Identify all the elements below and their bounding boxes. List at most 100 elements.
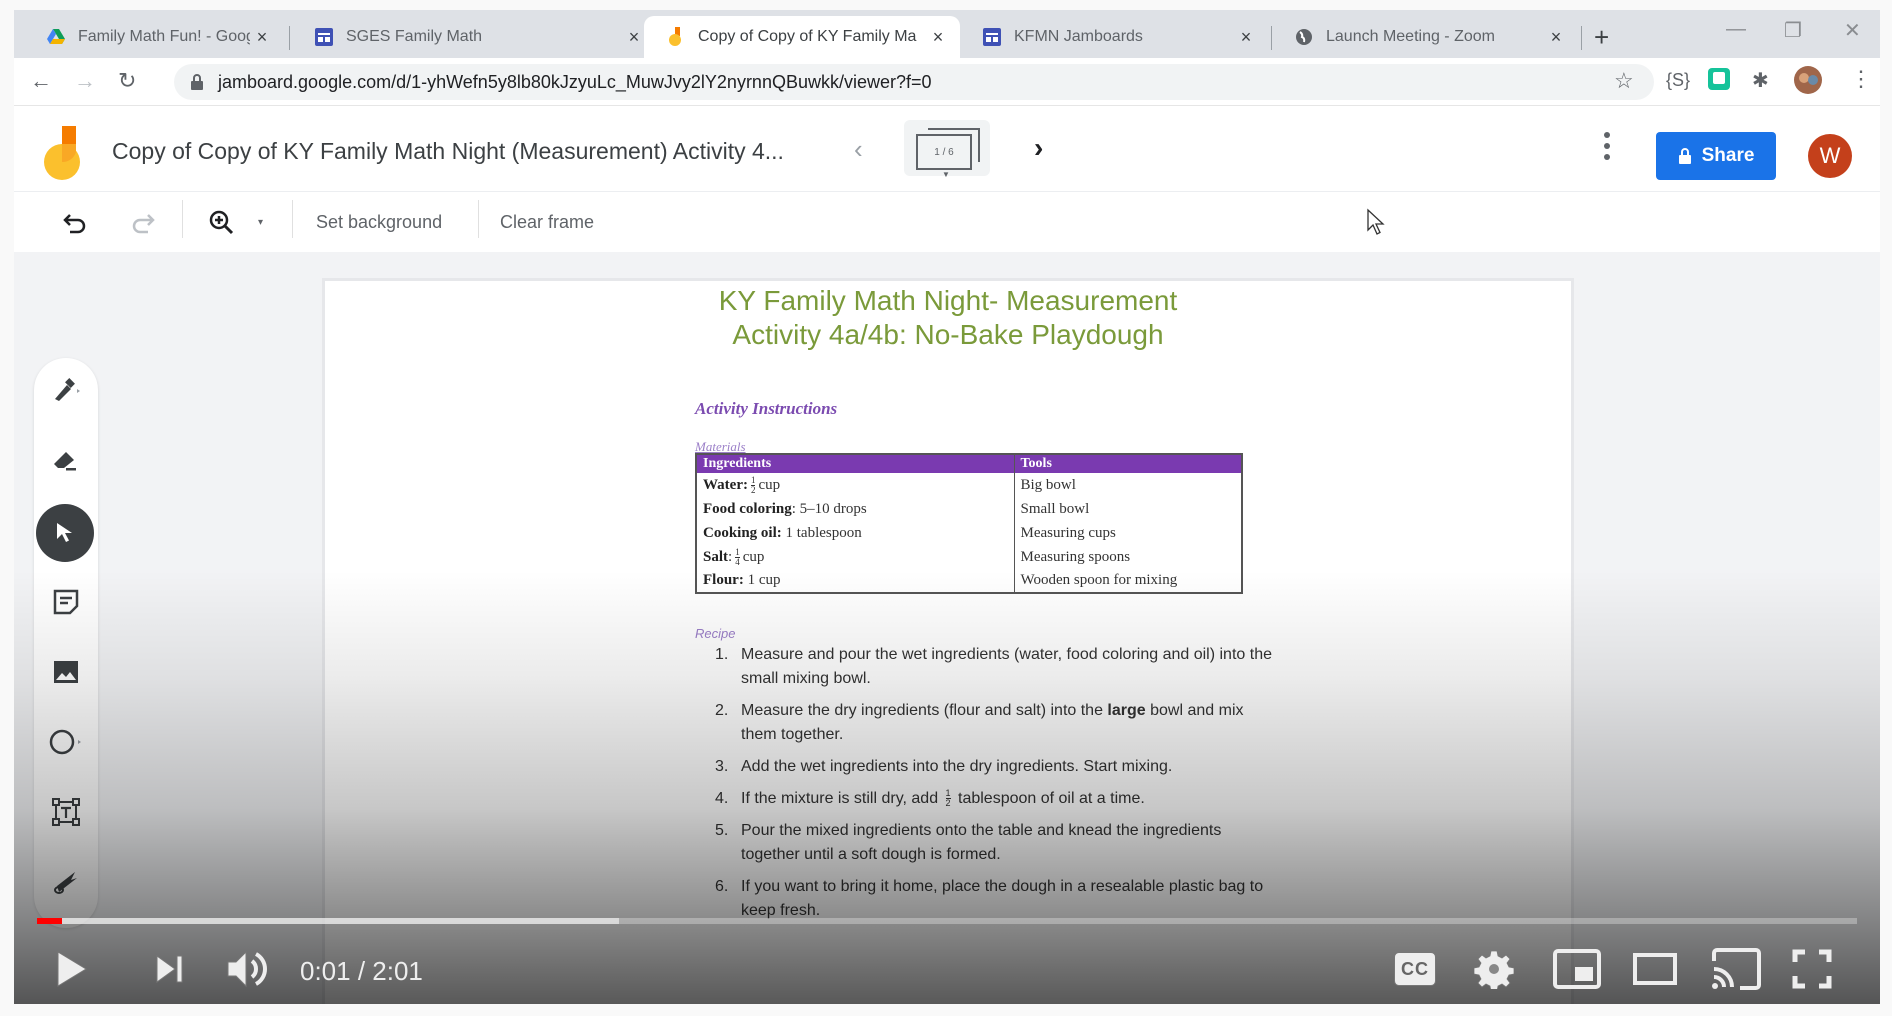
grammarly-icon[interactable] <box>1708 68 1730 95</box>
tab-label: KFMN Jamboards <box>1014 28 1143 45</box>
new-tab-button[interactable]: + <box>1594 22 1609 53</box>
more-options-icon[interactable] <box>1604 132 1610 162</box>
document-heading-line1: KY Family Math Night- Measurement <box>718 285 1178 316</box>
tab-label: Launch Meeting - Zoom <box>1326 28 1495 45</box>
captions-button[interactable]: CC <box>1394 944 1436 994</box>
laser-tool-button[interactable] <box>42 858 90 906</box>
tool-cell: Small bowl <box>1020 500 1090 517</box>
restore-button[interactable]: ❐ <box>1784 18 1802 43</box>
volume-icon <box>227 950 267 988</box>
eraser-tool-button[interactable] <box>42 436 90 484</box>
text-box-tool-button[interactable] <box>42 788 90 836</box>
zoom-in-icon[interactable] <box>208 208 234 236</box>
puzzle-icon[interactable]: ✱ <box>1752 68 1769 93</box>
captions-icon: CC <box>1394 952 1436 986</box>
jamboard-toolbar: ▾ Set background Clear frame <box>14 192 1880 252</box>
window-close-button[interactable]: ✕ <box>1844 18 1861 43</box>
ingredient-cell: Salt: 1 4 cup <box>696 545 1015 569</box>
laser-icon <box>54 872 77 894</box>
materials-table: Ingredients Tools Water: 1 2 cup Big bowl F… <box>695 453 1243 594</box>
sticky-note-tool-button[interactable] <box>42 578 90 626</box>
fullscreen-icon <box>1792 949 1832 989</box>
next-frame-button[interactable]: › <box>1034 132 1043 164</box>
buffered-bar <box>37 918 620 924</box>
cast-icon <box>1712 948 1761 990</box>
google-drive-icon <box>46 27 66 47</box>
close-icon[interactable]: × <box>622 27 646 48</box>
account-avatar[interactable]: W <box>1808 134 1852 178</box>
table-row: Water: 1 2 cup Big bowl <box>696 473 1242 497</box>
table-header-row: Ingredients Tools <box>696 454 1242 473</box>
header-tools: Tools <box>1014 454 1242 473</box>
video-player[interactable]: Family Math Fun! - Google Dr × SGES Fami… <box>14 10 1880 1004</box>
cursor-arrow-icon <box>57 523 72 542</box>
tool-cell: Measuring spoons <box>1020 548 1131 565</box>
frame-bar-toggle[interactable]: 1 / 6 ▼ <box>904 120 990 179</box>
tab-label: Copy of Copy of KY Family Ma <box>698 28 917 45</box>
toolbar-divider <box>182 200 183 238</box>
circle-tool-button[interactable] <box>42 718 90 766</box>
fraction: 14 <box>735 546 740 567</box>
select-tool-button[interactable] <box>36 504 94 562</box>
fullscreen-button[interactable] <box>1792 944 1832 994</box>
document-title[interactable]: Copy of Copy of KY Family Math Night (Me… <box>112 138 784 165</box>
theater-icon <box>1633 953 1677 985</box>
jam-frame[interactable]: KY Family Math Night- Measurement Activi… <box>322 278 1574 1004</box>
forward-button[interactable]: → <box>74 68 96 94</box>
header-ingredients: Ingredients <box>696 454 1015 473</box>
browser-menu-icon[interactable]: ⋮ <box>1850 66 1872 92</box>
time-display: 0:01 / 2:01 <box>300 956 423 986</box>
bookmark-star-icon[interactable]: ☆ <box>1614 68 1634 94</box>
google-sites-icon <box>982 27 1002 47</box>
back-button[interactable]: ← <box>30 68 52 94</box>
cast-button[interactable] <box>1710 944 1762 994</box>
recipe-step: 4. If the mixture is still dry, add 12 ta… <box>715 788 1145 809</box>
globe-icon <box>1294 27 1314 47</box>
close-icon[interactable]: × <box>250 27 274 48</box>
video-progress-bar[interactable] <box>37 918 1857 924</box>
recipe-label: Recipe <box>695 626 736 641</box>
previous-frame-button[interactable]: ‹ <box>854 134 863 165</box>
table-row: Cooking oil: 1 tablespoon Measuring cups <box>696 521 1242 545</box>
theater-mode-button[interactable] <box>1632 944 1678 994</box>
browser-tab[interactable]: Launch Meeting - Zoom × <box>1272 16 1578 58</box>
circle-icon <box>49 729 81 755</box>
miniplayer-button[interactable] <box>1552 944 1602 994</box>
set-background-button[interactable]: Set background <box>316 212 442 233</box>
recipe-step: 6. If you want to bring it home, place th… <box>715 878 1264 919</box>
redo-icon[interactable] <box>130 208 156 236</box>
recipe-steps: 1. Measure and pour the wet ingredients (… <box>715 643 1275 931</box>
browser-tab-active[interactable]: Copy of Copy of KY Family Ma × <box>644 16 960 58</box>
mute-button[interactable] <box>226 944 270 994</box>
close-icon[interactable]: × <box>1234 27 1258 48</box>
browser-tab[interactable]: SGES Family Math × <box>292 16 656 58</box>
table-row: Flour: 1 cup Wooden spoon for mixing <box>696 569 1242 593</box>
close-icon[interactable]: × <box>1544 27 1568 48</box>
undo-icon[interactable] <box>62 208 88 236</box>
close-icon[interactable]: × <box>926 27 950 48</box>
next-video-button[interactable] <box>154 944 186 994</box>
address-bar[interactable]: jamboard.google.com/d/1-yhWefn5y8lb80kJz… <box>174 64 1654 100</box>
browser-tab[interactable]: Family Math Fun! - Google Dr × <box>24 16 284 58</box>
lock-icon <box>1678 148 1691 164</box>
toolbar-divider <box>292 200 293 238</box>
minimize-button[interactable]: — <box>1726 18 1746 41</box>
recipe-step: 3. Add the wet ingredients into the dry i… <box>715 758 1173 775</box>
profile-avatar[interactable] <box>1794 66 1822 99</box>
add-image-tool-button[interactable] <box>42 648 90 696</box>
activity-instructions-heading: Activity Instructions <box>695 399 838 418</box>
jamboard-icon <box>666 27 686 47</box>
zoom-dropdown-icon[interactable]: ▾ <box>258 208 263 236</box>
pen-tool-button[interactable] <box>42 366 90 414</box>
reload-button[interactable]: ↻ <box>118 68 136 94</box>
extension-s-icon[interactable]: {S} <box>1666 70 1690 91</box>
clear-frame-button[interactable]: Clear frame <box>500 212 594 233</box>
recipe-step: 2. Measure the dry ingredients (flour and… <box>715 702 1244 743</box>
jamboard-logo <box>44 126 80 180</box>
recipe-step: 1. Measure and pour the wet ingredients (… <box>715 646 1272 687</box>
share-button[interactable]: Share <box>1656 132 1776 180</box>
browser-tab[interactable]: KFMN Jamboards × <box>960 16 1268 58</box>
settings-button[interactable] <box>1474 944 1514 994</box>
play-button[interactable] <box>54 944 88 994</box>
lock-icon <box>191 74 203 90</box>
